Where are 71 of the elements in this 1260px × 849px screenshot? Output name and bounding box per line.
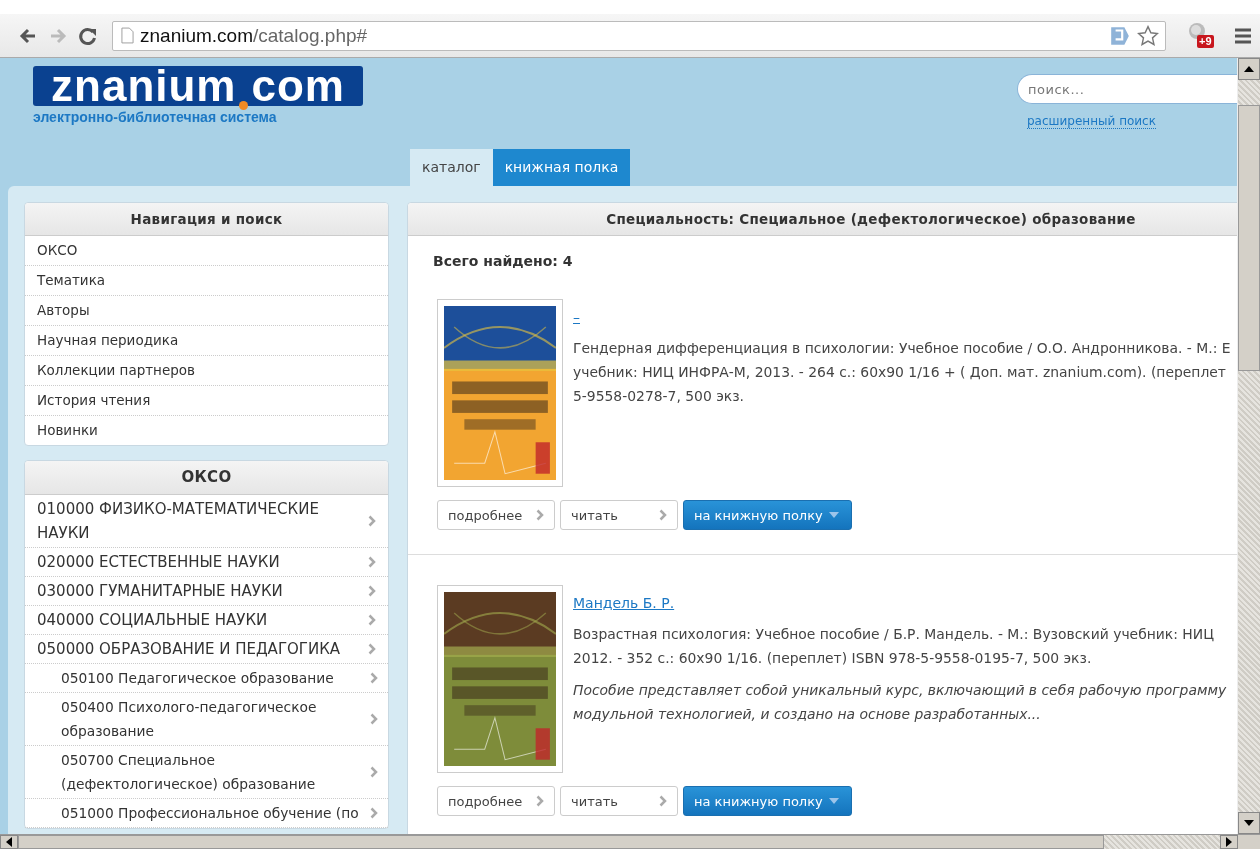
search-field[interactable]: поиск... (1017, 74, 1237, 104)
nav-item[interactable]: Коллекции партнеров (25, 356, 388, 386)
chevron-icon (370, 766, 378, 778)
up-arrow-icon (1244, 66, 1254, 72)
nav-item[interactable]: Новинки (25, 416, 388, 445)
book-description: Гендерная дифференциация в психологии: Учебное пособие / О.О. Андронникова. - М.: Е учебник: НИЦ ИНФРА-М, 2013. - 264 с.: 60х90 1/16 + ( Доп. мат. znanium.com). (переплет 5-9558-0278-7, 500 экз. (573, 339, 1231, 406)
tree-item[interactable]: 051000 Профессиональное обучение (по (25, 799, 388, 828)
add-to-shelf-button[interactable]: на книжную полку (683, 786, 852, 816)
page-icon (121, 27, 134, 44)
scroll-down-button[interactable] (1238, 812, 1260, 834)
nav-item[interactable]: ОКСО (25, 236, 388, 266)
tree-item[interactable]: 050700 Специальное (дефектологическое) образование (25, 746, 388, 799)
nav-item[interactable]: История чтения (25, 386, 388, 416)
down-arrow-icon (1244, 820, 1254, 826)
chevron-icon (368, 585, 376, 597)
tree-item[interactable]: 020000 ЕСТЕСТВЕННЫЕ НАУКИ (25, 548, 388, 577)
action-button[interactable]: читать (560, 500, 678, 530)
scroll-right-button[interactable] (1220, 835, 1238, 849)
chevron-icon (659, 509, 667, 521)
action-button[interactable]: подробнее (437, 786, 555, 816)
tree-item[interactable]: 050400 Психолого-педагогическое образование (25, 693, 388, 746)
action-button[interactable]: подробнее (437, 500, 555, 530)
book-cover-frame[interactable] (437, 585, 563, 773)
extension-button[interactable]: +9 (1188, 21, 1218, 50)
chevron-icon (536, 509, 544, 521)
chevron-icon (368, 614, 376, 626)
panel-title: Навигация и поиск (25, 203, 388, 236)
vertical-scrollbar[interactable] (1237, 58, 1260, 834)
tab[interactable]: книжная полка (492, 149, 631, 186)
scroll-thumb[interactable] (18, 835, 1104, 849)
panel-title: ОКСО (25, 461, 388, 495)
book-description: Возрастная психология: Учебное пособие / Б.Р. Мандель. - М.: Вузовский учебник: НИЦ 2012. - 352 с.: 60х90 1/16. (переплет) ISBN 978-5-9558-0195-7, 500 экз. (573, 625, 1215, 668)
star-icon[interactable] (1137, 24, 1159, 47)
scroll-left-button[interactable] (0, 835, 18, 849)
horizontal-scrollbar[interactable] (0, 834, 1260, 849)
author-link[interactable]: Мандель Б. Р. (573, 595, 675, 611)
chevron-icon (368, 556, 376, 568)
tree-item[interactable]: 050100 Педагогическое образование (25, 664, 388, 693)
chevron-icon (368, 643, 376, 655)
caret-icon (828, 798, 839, 804)
chevron-icon (368, 515, 376, 527)
tab[interactable]: каталог (410, 149, 493, 186)
action-button[interactable]: читать (560, 786, 678, 816)
nav-item[interactable]: Научная периодика (25, 326, 388, 356)
results-count: Всего найдено: 4 (433, 253, 574, 269)
author-link[interactable]: – (573, 309, 580, 325)
tree-item[interactable]: 050000 ОБРАЗОВАНИЕ И ПЕДАГОГИКА (25, 635, 388, 664)
chevron-icon (536, 795, 544, 807)
reload-icon[interactable] (78, 25, 98, 46)
tree-item[interactable]: 010000 ФИЗИКО-МАТЕМАТИЧЕСКИЕ НАУКИ (25, 495, 388, 548)
caret-icon (828, 512, 839, 518)
book-cover-frame[interactable] (437, 299, 563, 487)
menu-icon[interactable] (1234, 27, 1252, 44)
site-tagline: электронно-библиотечная система (33, 109, 278, 125)
extension-badge: +9 (1197, 34, 1214, 48)
address-bar[interactable]: znanium.com/catalog.php# (112, 20, 1166, 51)
chevron-icon (659, 795, 667, 807)
chevron-icon (370, 807, 378, 819)
chevron-icon (370, 713, 378, 725)
add-to-shelf-button[interactable]: на книжную полку (683, 500, 852, 530)
left-arrow-icon (6, 837, 12, 847)
scroll-thumb[interactable] (1238, 105, 1260, 371)
scroll-up-button[interactable] (1238, 58, 1260, 80)
tree-item[interactable]: 030000 ГУМАНИТАРНЫЕ НАУКИ (25, 577, 388, 606)
panel-title: Специальность: Специальное (дефектологическое) образование (408, 203, 1237, 236)
nav-item[interactable]: Тематика (25, 266, 388, 296)
nav-item[interactable]: Авторы (25, 296, 388, 326)
book-annotation: Пособие представляет собой уникальный курс, включающий в себя рабочую программу модульной технологией, и создано на основе разработанных... (573, 681, 1227, 724)
tree-item[interactable]: 040000 СОЦИАЛЬНЫЕ НАУКИ (25, 606, 388, 635)
chevron-icon (370, 672, 378, 684)
right-arrow-icon (1226, 837, 1232, 847)
